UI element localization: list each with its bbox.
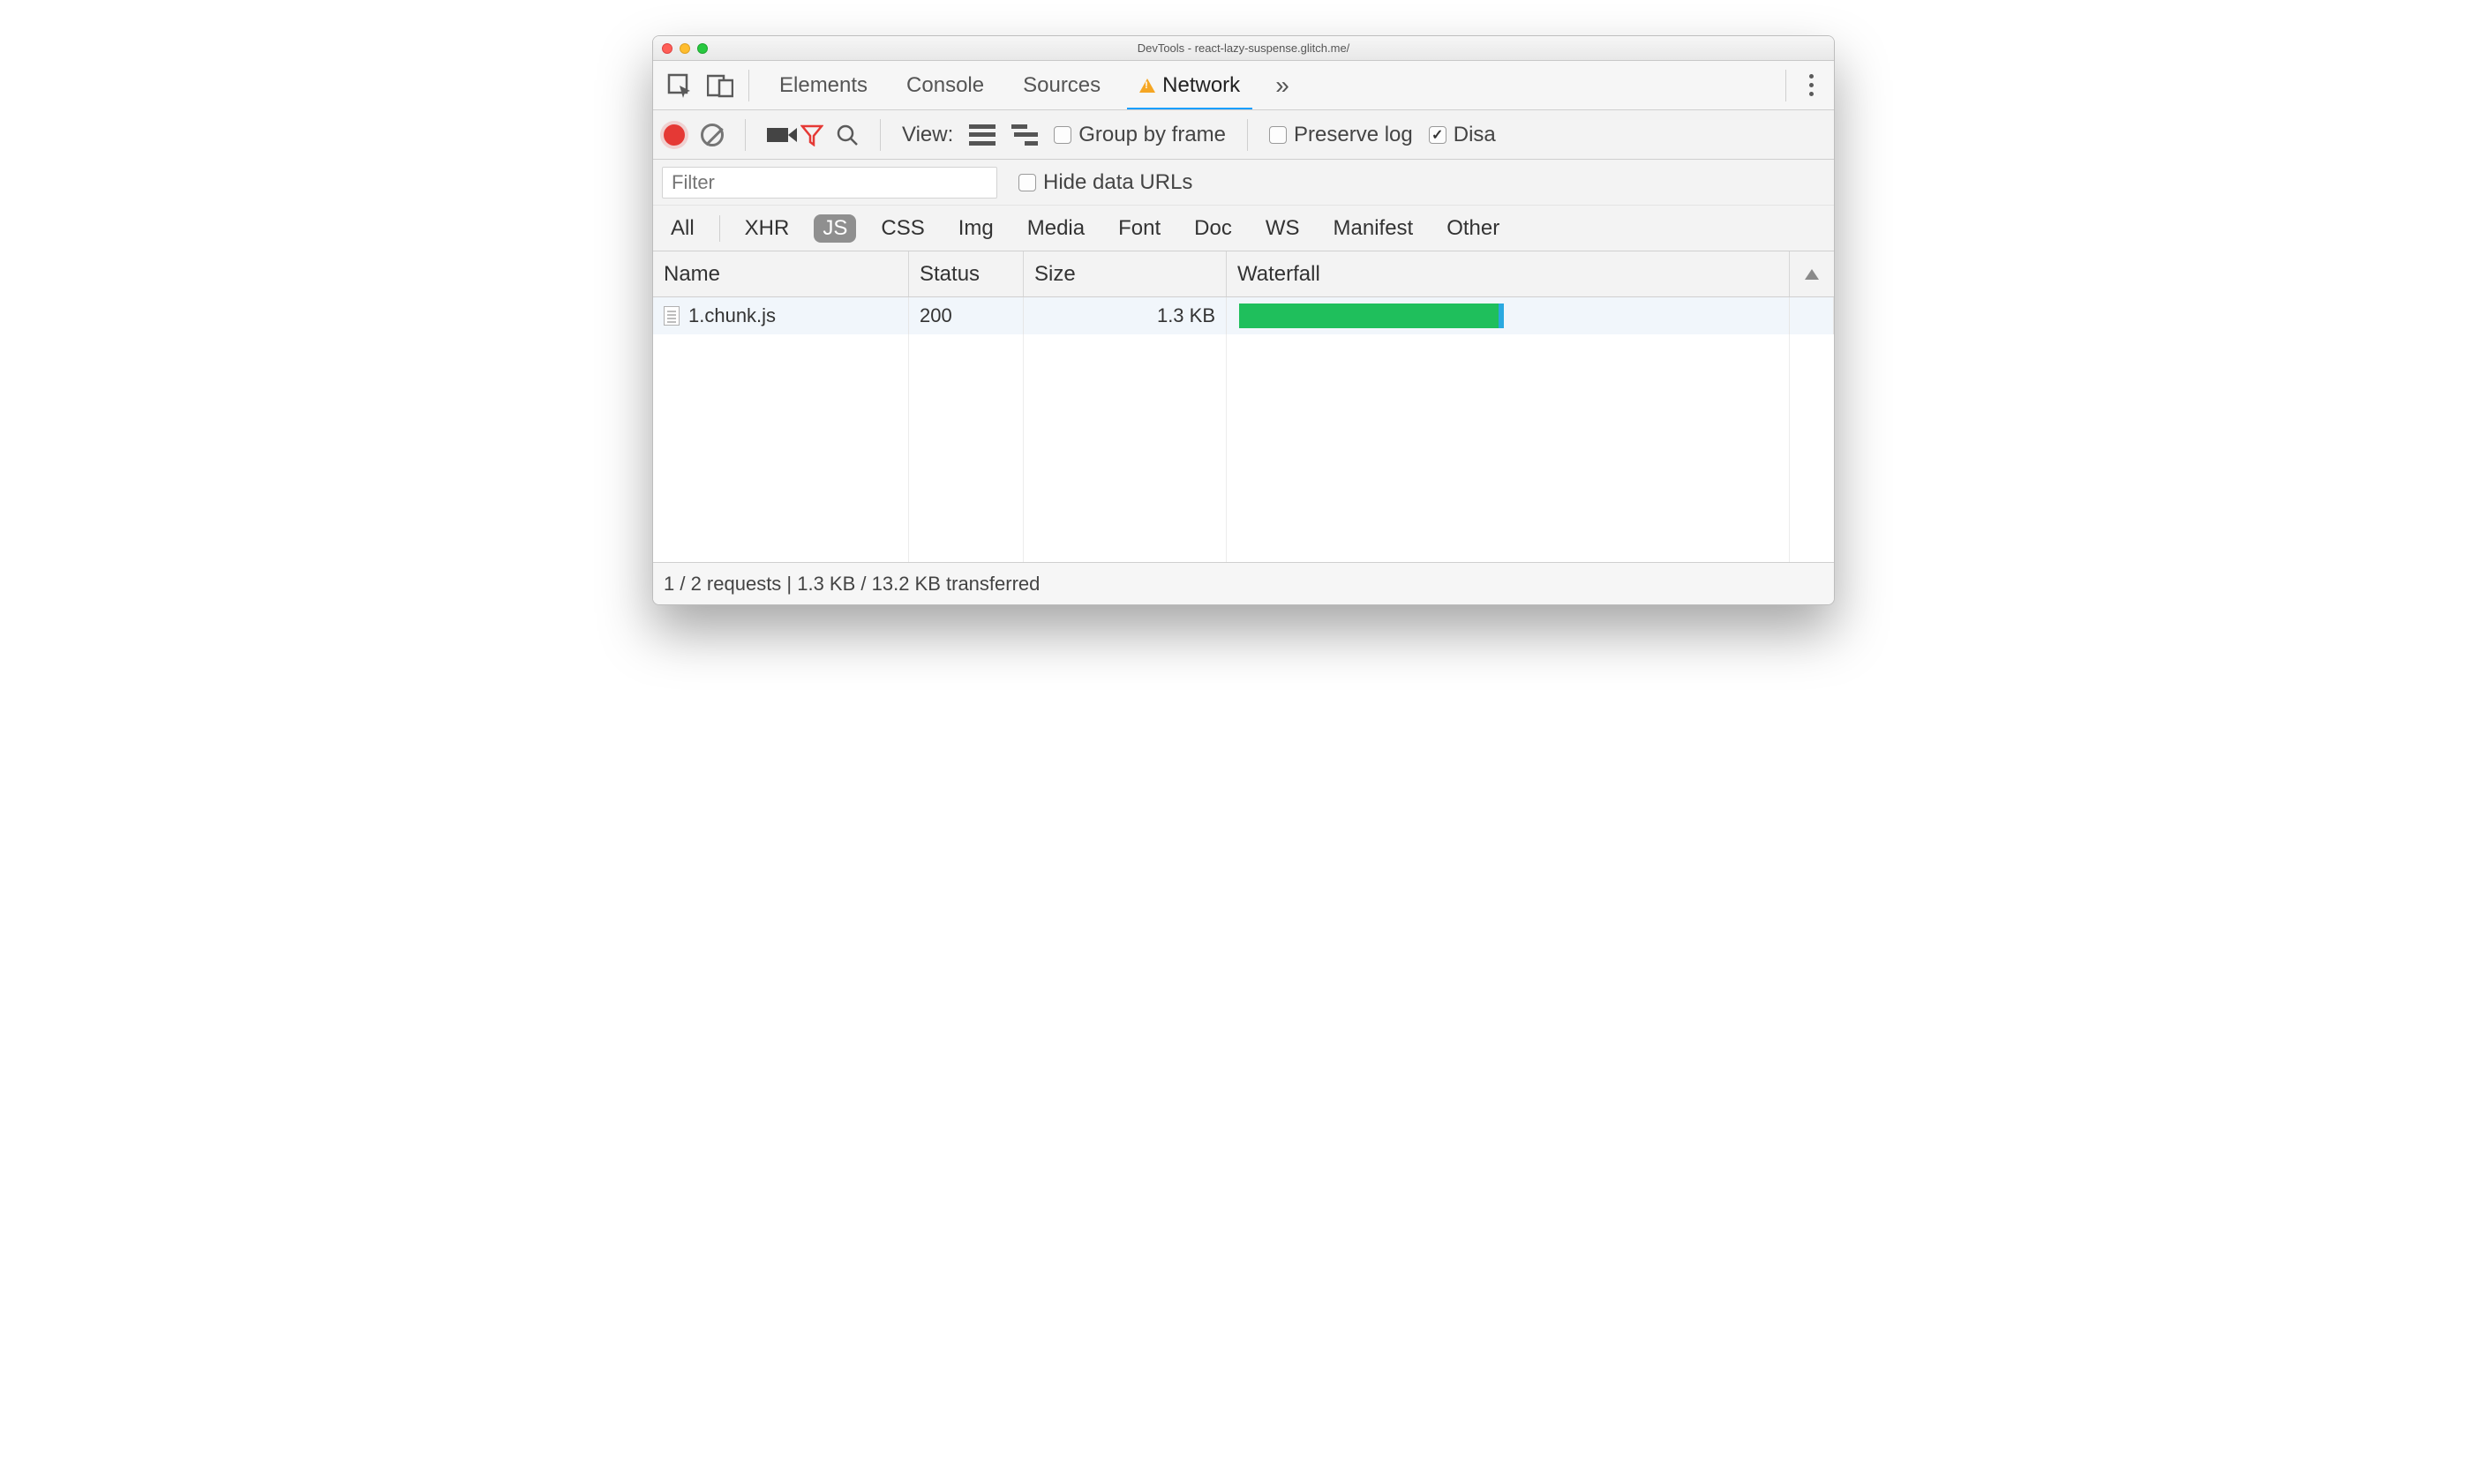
separator <box>719 215 720 242</box>
type-ws[interactable]: WS <box>1257 214 1309 243</box>
separator <box>748 70 749 101</box>
cell-name: 1.chunk.js <box>653 297 909 334</box>
titlebar: DevTools - react-lazy-suspense.glitch.me… <box>653 36 1834 61</box>
col-label: Size <box>1034 262 1076 287</box>
request-name: 1.chunk.js <box>688 304 776 327</box>
tab-elements[interactable]: Elements <box>760 61 887 109</box>
waterfall-bar <box>1239 304 1499 328</box>
tab-console[interactable]: Console <box>887 61 1003 109</box>
type-media[interactable]: Media <box>1018 214 1093 243</box>
filter-bar: Hide data URLs <box>653 160 1834 206</box>
table-body: 1.chunk.js 200 1.3 KB <box>653 297 1834 562</box>
minimize-window-button[interactable] <box>680 43 690 54</box>
option-label: Disa <box>1454 123 1496 146</box>
cell-status: 200 <box>909 297 1024 334</box>
more-tabs-button[interactable]: » <box>1265 71 1300 100</box>
panel-tabbar: Elements Console Sources Network » <box>653 61 1834 110</box>
zoom-window-button[interactable] <box>697 43 708 54</box>
group-by-frame-option[interactable]: Group by frame <box>1054 123 1226 147</box>
option-label: Hide data URLs <box>1043 170 1192 194</box>
tab-network[interactable]: Network <box>1120 61 1259 109</box>
separator <box>880 119 881 151</box>
col-status[interactable]: Status <box>909 251 1024 296</box>
col-label: Name <box>664 262 720 287</box>
file-icon <box>664 306 680 326</box>
preserve-log-option[interactable]: Preserve log <box>1269 123 1413 147</box>
device-toolbar-icon[interactable] <box>703 68 738 103</box>
type-all[interactable]: All <box>662 214 703 243</box>
col-size[interactable]: Size <box>1024 251 1227 296</box>
waterfall-toggle[interactable] <box>1011 124 1038 146</box>
tab-label: Console <box>906 73 984 98</box>
tab-sources[interactable]: Sources <box>1003 61 1120 109</box>
size-value: 1.3 KB <box>1157 304 1215 327</box>
option-label: Group by frame <box>1078 123 1226 146</box>
close-window-button[interactable] <box>662 43 672 54</box>
settings-menu-button[interactable] <box>1797 68 1825 103</box>
type-xhr[interactable]: XHR <box>736 214 799 243</box>
separator <box>1247 119 1248 151</box>
col-label: Status <box>920 262 980 287</box>
capture-screenshots-icon[interactable] <box>767 128 788 142</box>
type-manifest[interactable]: Manifest <box>1325 214 1423 243</box>
tab-label: Sources <box>1023 73 1101 98</box>
tab-label: Network <box>1162 73 1240 98</box>
checkbox-icon <box>1429 126 1446 144</box>
col-sort-indicator[interactable] <box>1790 251 1834 296</box>
view-label: View: <box>902 123 953 147</box>
status-value: 200 <box>920 304 952 327</box>
type-doc[interactable]: Doc <box>1185 214 1241 243</box>
type-js[interactable]: JS <box>814 214 856 243</box>
cell-spacer <box>1790 297 1834 334</box>
filter-input[interactable] <box>662 167 997 199</box>
checkbox-icon <box>1018 174 1036 191</box>
devtools-window: DevTools - react-lazy-suspense.glitch.me… <box>652 35 1835 605</box>
separator <box>745 119 746 151</box>
checkbox-icon <box>1054 126 1071 144</box>
summary-text: 1 / 2 requests | 1.3 KB / 13.2 KB transf… <box>664 573 1040 596</box>
clear-button[interactable] <box>701 124 724 146</box>
record-button[interactable] <box>664 124 685 146</box>
filter-icon[interactable] <box>800 124 823 146</box>
large-rows-toggle[interactable] <box>969 124 996 146</box>
traffic-lights <box>653 43 708 54</box>
disable-cache-option[interactable]: Disa <box>1429 123 1496 147</box>
col-label: Waterfall <box>1237 262 1320 287</box>
cell-size: 1.3 KB <box>1024 297 1227 334</box>
panel-tabs: Elements Console Sources Network <box>760 61 1259 109</box>
col-waterfall[interactable]: Waterfall <box>1227 251 1790 296</box>
column-gridlines <box>653 334 1834 562</box>
type-other[interactable]: Other <box>1438 214 1508 243</box>
inspect-element-icon[interactable] <box>662 68 697 103</box>
table-header-row: Name Status Size Waterfall <box>653 251 1834 297</box>
window-title: DevTools - react-lazy-suspense.glitch.me… <box>653 41 1834 55</box>
warning-icon <box>1139 79 1155 93</box>
tab-label: Elements <box>779 73 868 98</box>
table-row[interactable]: 1.chunk.js 200 1.3 KB <box>653 297 1834 334</box>
search-icon[interactable] <box>836 124 859 146</box>
sort-asc-icon <box>1805 269 1819 280</box>
hide-data-urls-option[interactable]: Hide data URLs <box>1018 170 1192 195</box>
network-table: Name Status Size Waterfall 1.chunk.js 20… <box>653 251 1834 562</box>
type-css[interactable]: CSS <box>872 214 933 243</box>
resource-type-filters: All XHR JS CSS Img Media Font Doc WS Man… <box>653 206 1834 251</box>
type-font[interactable]: Font <box>1109 214 1169 243</box>
status-bar: 1 / 2 requests | 1.3 KB / 13.2 KB transf… <box>653 562 1834 604</box>
type-img[interactable]: Img <box>950 214 1003 243</box>
network-toolbar: View: Group by frame Preserve log Disa <box>653 110 1834 160</box>
col-name[interactable]: Name <box>653 251 909 296</box>
separator <box>1785 70 1786 101</box>
cell-waterfall <box>1227 297 1790 334</box>
checkbox-icon <box>1269 126 1287 144</box>
option-label: Preserve log <box>1294 123 1413 146</box>
